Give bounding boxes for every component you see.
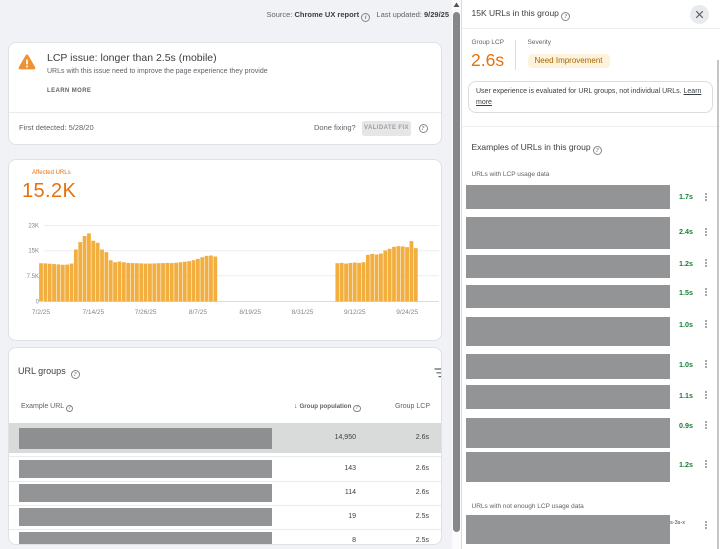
svg-text:7/14/25: 7/14/25 bbox=[82, 309, 104, 316]
svg-text:9/12/25: 9/12/25 bbox=[344, 309, 366, 316]
svg-text:9/24/25: 9/24/25 bbox=[396, 309, 418, 316]
svg-text:7/2/25: 7/2/25 bbox=[32, 309, 50, 316]
svg-text:23K: 23K bbox=[28, 223, 39, 229]
svg-text:8/31/25: 8/31/25 bbox=[292, 309, 314, 316]
svg-text:7/26/25: 7/26/25 bbox=[135, 309, 157, 316]
svg-text:8/7/25: 8/7/25 bbox=[189, 309, 207, 316]
svg-text:8/19/25: 8/19/25 bbox=[239, 309, 261, 316]
svg-text:0: 0 bbox=[36, 299, 40, 305]
svg-text:15K: 15K bbox=[28, 248, 39, 254]
svg-text:7.5K: 7.5K bbox=[27, 273, 39, 279]
